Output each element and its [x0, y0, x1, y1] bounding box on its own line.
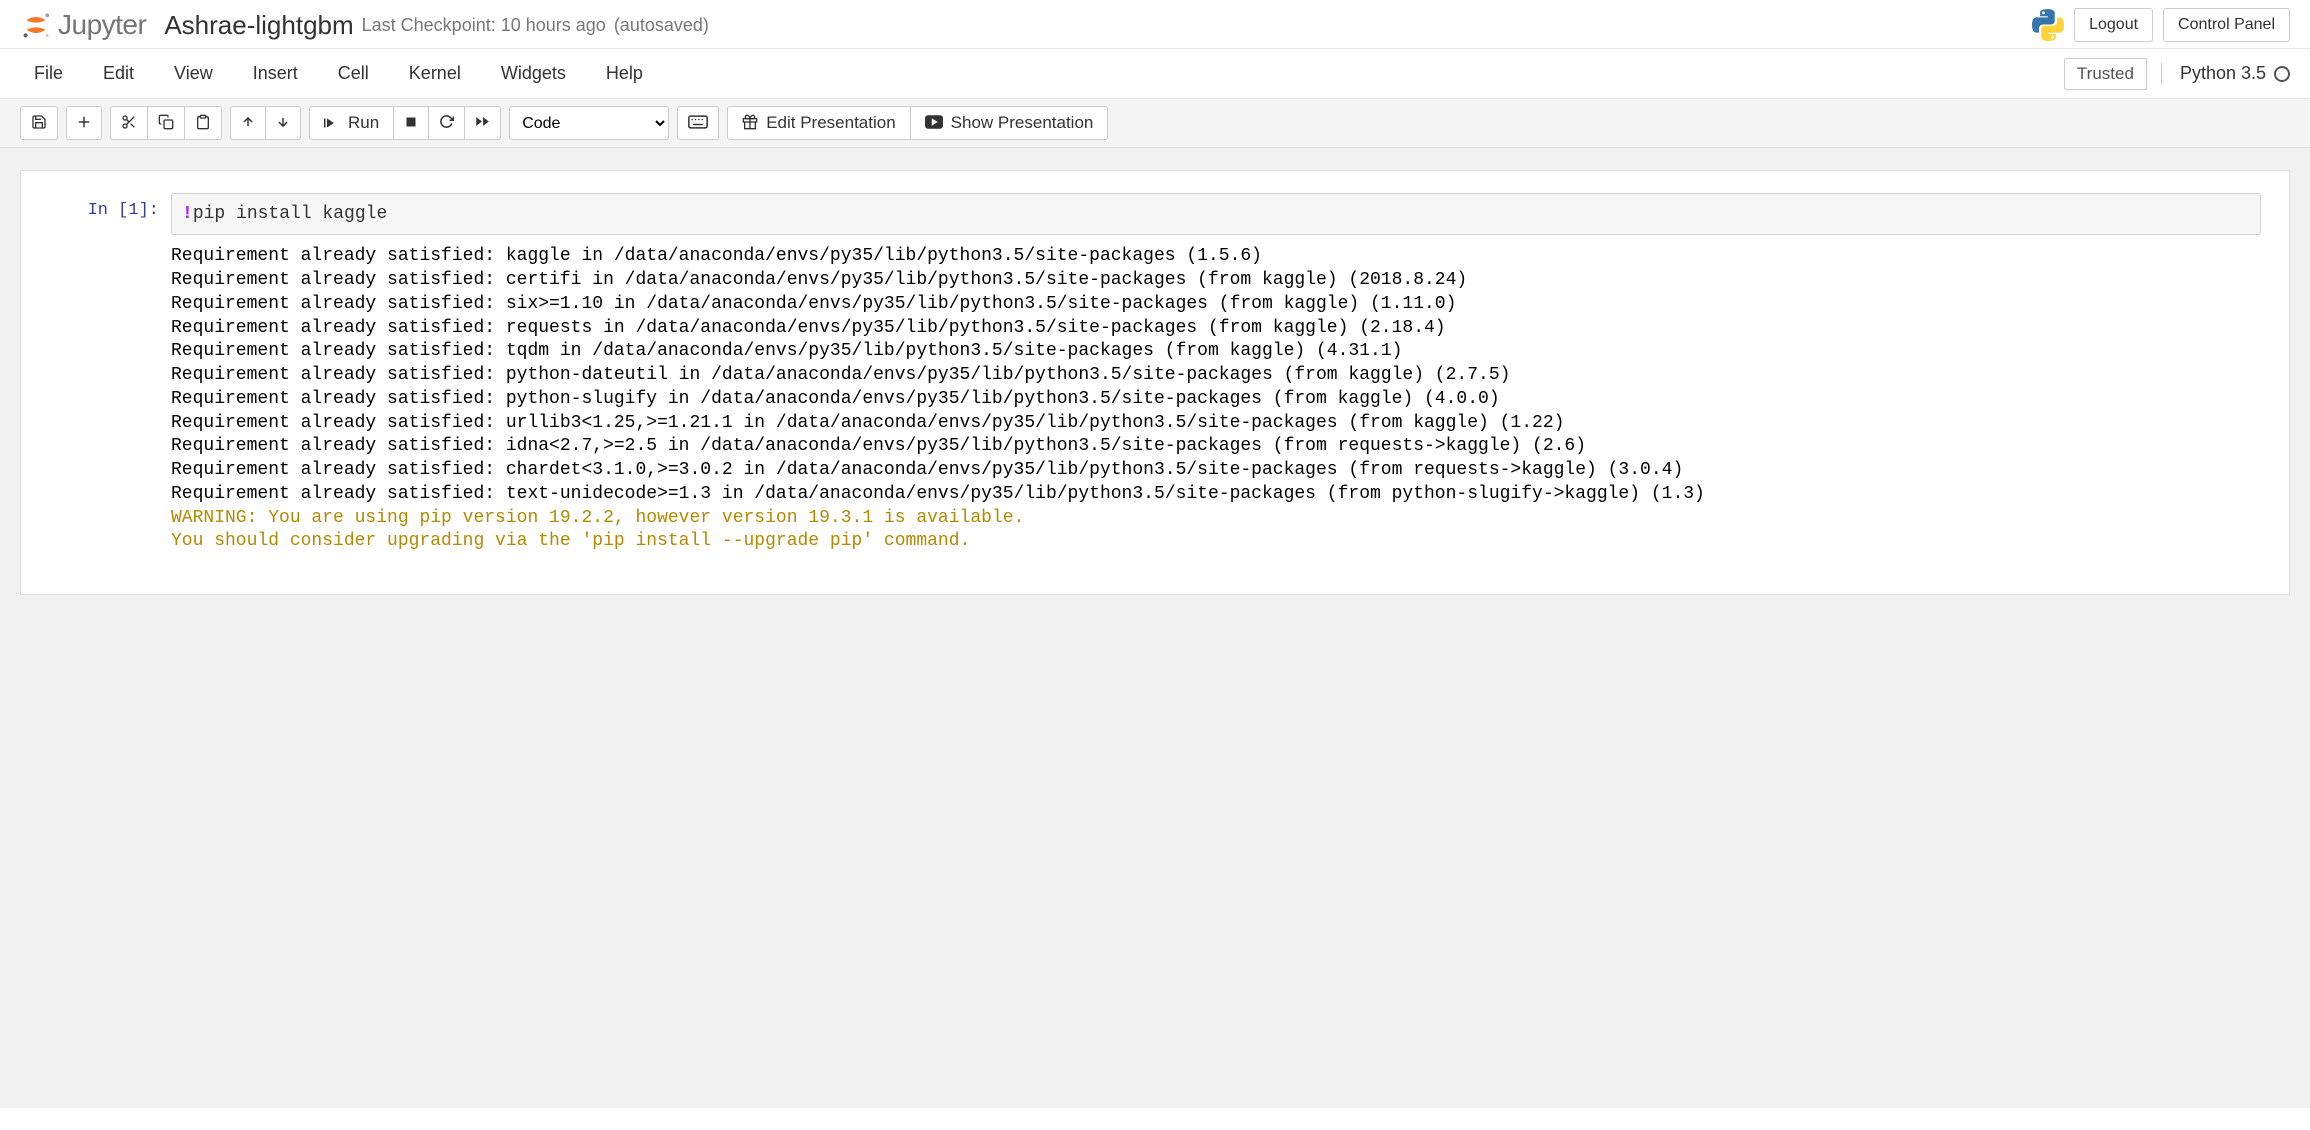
restart-button[interactable] — [428, 106, 465, 140]
code-punct: ! — [182, 204, 193, 224]
move-cell-down-button[interactable] — [265, 106, 301, 140]
menu-edit[interactable]: Edit — [83, 53, 154, 94]
play-filled-icon — [925, 115, 943, 132]
menu-help[interactable]: Help — [586, 53, 663, 94]
run-button[interactable]: Run — [309, 106, 394, 140]
menu-insert[interactable]: Insert — [233, 53, 318, 94]
input-prompt: In [1]: — [21, 193, 171, 220]
logout-button[interactable]: Logout — [2074, 8, 2153, 42]
kernel-name: Python 3.5 — [2180, 63, 2266, 84]
kernel-idle-icon — [2274, 66, 2290, 82]
code-text: pip install kaggle — [193, 204, 387, 224]
paste-cell-button[interactable] — [184, 106, 222, 140]
menubar: File Edit View Insert Cell Kernel Widget… — [0, 49, 2310, 99]
control-panel-button[interactable]: Control Panel — [2163, 8, 2290, 42]
copy-icon — [158, 114, 174, 133]
output-stdout: Requirement already satisfied: kaggle in… — [171, 246, 1705, 504]
restart-icon — [439, 114, 454, 132]
checkpoint-status: Last Checkpoint: 10 hours ago — [362, 15, 606, 36]
python-icon — [2032, 9, 2064, 41]
kernel-indicator: Python 3.5 — [2161, 63, 2290, 84]
menu-widgets[interactable]: Widgets — [481, 53, 586, 94]
arrow-up-icon — [241, 115, 255, 132]
gift-icon — [742, 114, 758, 133]
trusted-indicator[interactable]: Trusted — [2064, 58, 2147, 90]
output-cell: Requirement already satisfied: kaggle in… — [21, 235, 2261, 554]
jupyter-brand-text: Jupyter — [58, 9, 146, 41]
autosave-status: (autosaved) — [614, 15, 709, 36]
jupyter-icon — [20, 9, 52, 41]
menu-view[interactable]: View — [154, 53, 233, 94]
notebook: In [1]: !pip install kaggle Requirement … — [20, 170, 2290, 595]
output-warning: WARNING: You are using pip version 19.2.… — [171, 508, 1024, 552]
cell-output: Requirement already satisfied: kaggle in… — [171, 235, 2261, 554]
command-palette-button[interactable] — [677, 106, 719, 140]
run-button-label: Run — [348, 113, 379, 133]
menu-file[interactable]: File — [20, 53, 83, 94]
keyboard-icon — [688, 115, 708, 132]
move-cell-up-button[interactable] — [230, 106, 266, 140]
show-presentation-button[interactable]: Show Presentation — [910, 106, 1109, 140]
header: Jupyter Ashrae-lightgbm Last Checkpoint:… — [0, 0, 2310, 49]
edit-presentation-button[interactable]: Edit Presentation — [727, 106, 910, 140]
arrow-down-icon — [276, 115, 290, 132]
output-prompt — [21, 235, 171, 243]
save-icon — [31, 114, 47, 133]
cell-type-select[interactable]: CodeMarkdownRaw NBConvertHeading — [509, 106, 669, 140]
stop-icon — [405, 116, 417, 131]
cut-cell-button[interactable] — [110, 106, 148, 140]
code-input[interactable]: !pip install kaggle — [171, 193, 2261, 235]
code-cell[interactable]: In [1]: !pip install kaggle — [21, 193, 2261, 235]
paste-icon — [195, 114, 211, 133]
menu-cell[interactable]: Cell — [318, 53, 389, 94]
insert-cell-below-button[interactable] — [66, 106, 102, 140]
copy-cell-button[interactable] — [147, 106, 185, 140]
plus-icon — [77, 115, 91, 132]
fast-forward-icon — [475, 114, 490, 132]
restart-run-all-button[interactable] — [464, 106, 501, 140]
toolbar: Run CodeMarkdownRaw NBConvertHeading — [0, 99, 2310, 148]
notebook-container: In [1]: !pip install kaggle Requirement … — [0, 148, 2310, 1108]
notebook-name[interactable]: Ashrae-lightgbm — [164, 10, 353, 41]
edit-presentation-label: Edit Presentation — [766, 113, 895, 133]
show-presentation-label: Show Presentation — [951, 113, 1094, 133]
menu-kernel[interactable]: Kernel — [389, 53, 481, 94]
run-icon — [324, 115, 336, 132]
save-button[interactable] — [20, 106, 58, 140]
jupyter-logo[interactable]: Jupyter — [20, 9, 146, 41]
interrupt-button[interactable] — [393, 106, 429, 140]
cut-icon — [121, 114, 137, 133]
